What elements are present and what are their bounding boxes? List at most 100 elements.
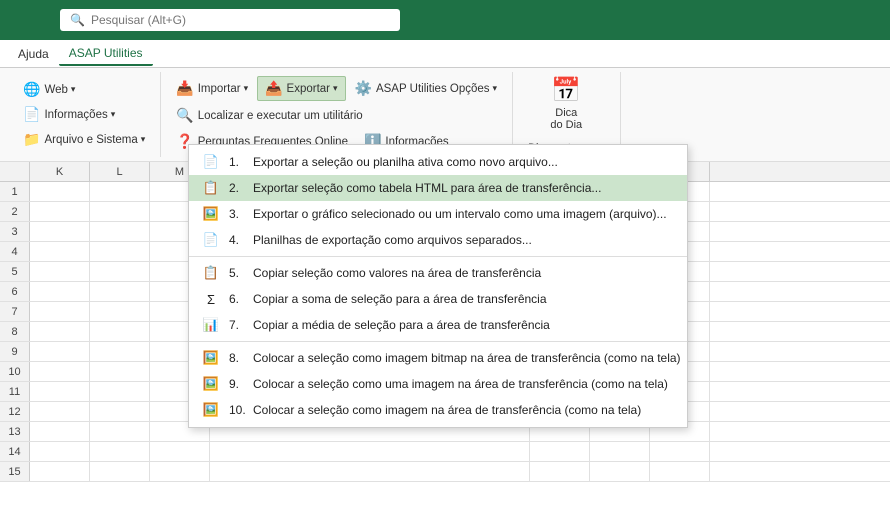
dropdown-item-9[interactable]: 🖼️ 9. Colocar a seleção como uma imagem …	[189, 371, 687, 397]
asap-opcoes-btn[interactable]: ⚙️ ASAP Utilities Opções ▾	[348, 76, 505, 101]
cell-l[interactable]	[90, 342, 150, 361]
cell-l[interactable]	[90, 462, 150, 481]
row-num: 6	[0, 282, 30, 301]
cell-l[interactable]	[90, 442, 150, 461]
exportar-btn[interactable]: 📤 Exportar ▾	[257, 76, 345, 101]
cell-k[interactable]	[30, 182, 90, 201]
info-chevron: ▾	[111, 109, 116, 120]
item7-icon: 📊	[201, 317, 221, 333]
cell-m[interactable]	[150, 442, 210, 461]
row-num: 8	[0, 322, 30, 341]
corner-cell	[0, 162, 30, 181]
row-num: 10	[0, 362, 30, 381]
item8-text: Colocar a seleção como imagem bitmap na …	[253, 351, 681, 365]
cell-gap	[210, 462, 530, 481]
dropdown-item-1[interactable]: 📄 1. Exportar a seleção ou planilha ativ…	[189, 149, 687, 175]
dropdown-item-10[interactable]: 🖼️ 10. Colocar a seleção como imagem na …	[189, 397, 687, 423]
table-row[interactable]: 14	[0, 442, 890, 462]
importar-icon: 📥	[176, 80, 193, 97]
row-num: 2	[0, 202, 30, 221]
col-header-l[interactable]: L	[90, 162, 150, 181]
item6-num: 6.	[229, 292, 249, 306]
dropdown-item-3[interactable]: 🖼️ 3. Exportar o gráfico selecionado ou …	[189, 201, 687, 227]
cell-k[interactable]	[30, 382, 90, 401]
cell-k[interactable]	[30, 222, 90, 241]
item3-text: Exportar o gráfico selecionado ou um int…	[253, 207, 667, 221]
item8-num: 8.	[229, 351, 249, 365]
dropdown-item-2[interactable]: 📋 2. Exportar seleção como tabela HTML p…	[189, 175, 687, 201]
search-box[interactable]: 🔍	[60, 9, 400, 31]
cell-x[interactable]	[650, 442, 710, 461]
item2-text: Exportar seleção como tabela HTML para á…	[253, 181, 601, 195]
cell-m[interactable]	[150, 462, 210, 481]
item9-num: 9.	[229, 377, 249, 391]
menu-asap[interactable]: ASAP Utilities	[59, 42, 153, 66]
item10-num: 10.	[229, 403, 249, 417]
localizar-btn[interactable]: 🔍 Localizar e executar um utilitário	[169, 104, 369, 127]
cell-k[interactable]	[30, 442, 90, 461]
info-icon: 📄	[23, 106, 40, 123]
dica-btn[interactable]: 📅 Dica do Dia	[540, 72, 592, 135]
cell-x[interactable]	[650, 462, 710, 481]
cell-w[interactable]	[590, 462, 650, 481]
info-label: Informações	[44, 109, 107, 121]
col-header-k[interactable]: K	[30, 162, 90, 181]
row-num: 7	[0, 302, 30, 321]
divider-2	[189, 341, 687, 342]
cell-k[interactable]	[30, 242, 90, 261]
item9-text: Colocar a seleção como uma imagem na áre…	[253, 377, 668, 391]
cell-k[interactable]	[30, 422, 90, 441]
row-num: 1	[0, 182, 30, 201]
cell-l[interactable]	[90, 302, 150, 321]
cell-k[interactable]	[30, 202, 90, 221]
cell-l[interactable]	[90, 282, 150, 301]
cell-l[interactable]	[90, 222, 150, 241]
row-num: 14	[0, 442, 30, 461]
item4-text: Planilhas de exportação como arquivos se…	[253, 233, 532, 247]
cell-l[interactable]	[90, 402, 150, 421]
cell-k[interactable]	[30, 402, 90, 421]
cell-v[interactable]	[530, 462, 590, 481]
cell-k[interactable]	[30, 342, 90, 361]
info-btn[interactable]: 📄 Informações ▾	[16, 103, 122, 126]
arquivo-btn[interactable]: 📁 Arquivo e Sistema ▾	[16, 128, 152, 151]
exportar-chevron: ▾	[333, 83, 338, 94]
cell-l[interactable]	[90, 202, 150, 221]
cell-k[interactable]	[30, 302, 90, 321]
dropdown-item-5[interactable]: 📋 5. Copiar seleção como valores na área…	[189, 260, 687, 286]
cell-l[interactable]	[90, 182, 150, 201]
cell-l[interactable]	[90, 262, 150, 281]
exportar-dropdown: 📄 1. Exportar a seleção ou planilha ativ…	[188, 144, 688, 428]
row-num: 12	[0, 402, 30, 421]
cell-w[interactable]	[590, 442, 650, 461]
arquivo-chevron: ▾	[141, 134, 146, 145]
cell-v[interactable]	[530, 442, 590, 461]
item10-text: Colocar a seleção como imagem na área de…	[253, 403, 641, 417]
cell-l[interactable]	[90, 242, 150, 261]
cell-k[interactable]	[30, 282, 90, 301]
dropdown-item-4[interactable]: 📄 4. Planilhas de exportação como arquiv…	[189, 227, 687, 253]
item2-num: 2.	[229, 181, 249, 195]
cell-k[interactable]	[30, 262, 90, 281]
dropdown-item-6[interactable]: Σ 6. Copiar a soma de seleção para a áre…	[189, 286, 687, 312]
cell-k[interactable]	[30, 362, 90, 381]
dropdown-item-8[interactable]: 🖼️ 8. Colocar a seleção como imagem bitm…	[189, 345, 687, 371]
cell-k[interactable]	[30, 462, 90, 481]
cell-k[interactable]	[30, 322, 90, 341]
cell-l[interactable]	[90, 362, 150, 381]
cell-l[interactable]	[90, 322, 150, 341]
menu-ajuda[interactable]: Ajuda	[8, 43, 59, 65]
search-input[interactable]	[91, 13, 390, 27]
exportar-label: Exportar	[287, 83, 330, 95]
importar-btn[interactable]: 📥 Importar ▾	[169, 76, 255, 101]
item7-num: 7.	[229, 318, 249, 332]
cell-l[interactable]	[90, 382, 150, 401]
web-btn[interactable]: 🌐 Web ▾	[16, 78, 82, 101]
row-num: 9	[0, 342, 30, 361]
item3-num: 3.	[229, 207, 249, 221]
cell-l[interactable]	[90, 422, 150, 441]
table-row[interactable]: 15	[0, 462, 890, 482]
row-num: 3	[0, 222, 30, 241]
dropdown-item-7[interactable]: 📊 7. Copiar a média de seleção para a ár…	[189, 312, 687, 338]
row-num: 15	[0, 462, 30, 481]
